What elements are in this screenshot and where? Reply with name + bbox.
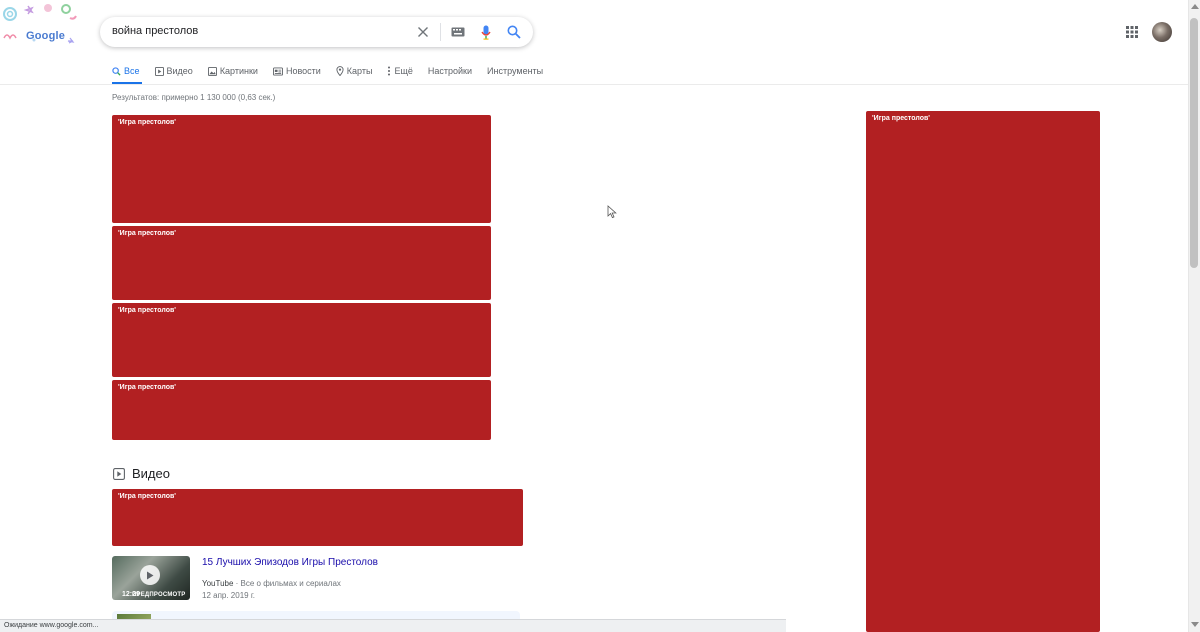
blocked-result-card[interactable]: 'Игра престолов': [112, 115, 491, 223]
news-icon: [273, 66, 283, 76]
search-box[interactable]: война престолов: [100, 17, 533, 47]
close-icon[interactable]: [412, 21, 434, 43]
blocked-result-card[interactable]: 'Игра престолов': [112, 380, 491, 440]
blocked-label: 'Игра престолов': [118, 307, 176, 314]
blocked-label: 'Игра престолов': [118, 119, 176, 126]
tab-video[interactable]: Видео: [154, 63, 193, 79]
search-input[interactable]: война престолов: [112, 25, 198, 37]
search-icon: [112, 66, 121, 76]
video-source-name: YouTube: [202, 579, 234, 588]
video-source-channel: · Все о фильмах и сериалах: [233, 579, 341, 588]
video-icon: [154, 66, 164, 76]
tab-label: Картинки: [219, 66, 258, 76]
tab-tools[interactable]: Инструменты: [487, 63, 543, 79]
scroll-down-arrow-icon[interactable]: [1191, 622, 1199, 627]
browser-status-bar: Ожидание www.google.com...: [0, 619, 786, 632]
tab-label: Карты: [346, 66, 373, 76]
blocked-label: 'Игра престолов': [118, 230, 176, 237]
mic-icon[interactable]: [475, 21, 497, 43]
video-source: YouTube · Все о фильмах и сериалах: [202, 579, 341, 588]
blocked-label: 'Игра престолов': [118, 493, 176, 500]
tab-all[interactable]: Все: [112, 63, 142, 84]
blocked-label: 'Игра престолов': [872, 115, 930, 122]
header-divider: [0, 84, 1188, 85]
tab-label: Настройки: [427, 66, 473, 76]
tab-settings[interactable]: Настройки: [428, 63, 472, 79]
search-tabs: Все Видео Картинки Новости Карты Ещё Нас…: [112, 63, 558, 85]
video-section-title: Видео: [132, 466, 170, 481]
result-stats: Результатов: примерно 1 130 000 (0,63 се…: [112, 93, 276, 102]
video-date: 12 апр. 2019 г.: [202, 591, 255, 600]
map-pin-icon: [336, 66, 344, 76]
google-doodle-logo[interactable]: Google: [0, 0, 90, 50]
scroll-up-arrow-icon[interactable]: [1191, 4, 1199, 9]
tab-news[interactable]: Новости: [273, 63, 321, 79]
tab-label: Новости: [285, 66, 321, 76]
blocked-result-card[interactable]: 'Игра престолов': [112, 226, 491, 300]
search-icon[interactable]: [503, 21, 525, 43]
scrollbar-thumb[interactable]: [1190, 18, 1198, 268]
tab-label: Видео: [166, 66, 193, 76]
account-avatar[interactable]: [1152, 22, 1172, 42]
video-preview-label: ПРЕДПРОСМОТР: [132, 592, 186, 598]
video-section-heading: Видео: [113, 466, 170, 481]
blocked-label: 'Игра престолов': [118, 384, 176, 391]
blocked-knowledge-panel[interactable]: 'Игра престолов': [866, 111, 1100, 632]
video-title-link[interactable]: 15 Лучших Эпизодов Игры Престолов: [202, 557, 378, 568]
apps-grid-icon[interactable]: [1124, 24, 1140, 40]
image-icon: [207, 66, 217, 76]
tab-more[interactable]: Ещё: [387, 63, 413, 79]
tab-maps[interactable]: Карты: [336, 63, 373, 79]
play-icon: [140, 565, 160, 585]
blocked-video-card[interactable]: 'Игра престолов': [112, 489, 523, 546]
keyboard-icon[interactable]: [447, 21, 469, 43]
video-icon: [113, 467, 125, 480]
tab-label: Инструменты: [487, 66, 544, 76]
search-divider: [440, 23, 441, 41]
more-vert-icon: [388, 66, 391, 76]
mouse-cursor-icon: [607, 205, 617, 219]
blocked-result-card[interactable]: 'Игра престолов': [112, 303, 491, 377]
logo-text: Google: [26, 30, 66, 42]
video-thumbnail[interactable]: 12:29 ПРЕДПРОСМОТР: [112, 556, 190, 600]
tab-label: Все: [124, 66, 140, 76]
tab-label: Ещё: [394, 66, 413, 76]
tab-images[interactable]: Картинки: [207, 63, 258, 79]
